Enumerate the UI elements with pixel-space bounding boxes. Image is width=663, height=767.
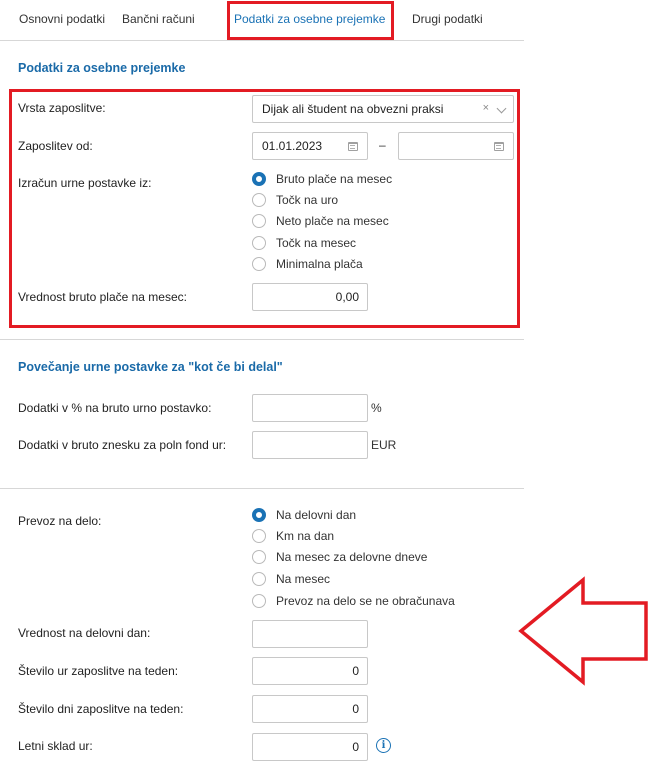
amount-addition-label: Dodatki v bruto znesku za poln fond ur:: [18, 438, 227, 452]
tab-bancni-racuni[interactable]: Bančni računi: [122, 12, 195, 26]
radio-circle[interactable]: [252, 193, 266, 207]
gross-salary-input[interactable]: 0,00: [252, 283, 368, 311]
radio-label: Bruto plače na mesec: [276, 172, 393, 186]
radio-circle[interactable]: [252, 529, 266, 543]
radio-circle[interactable]: [252, 257, 266, 271]
radio-circle[interactable]: [252, 214, 266, 228]
days-per-week-input[interactable]: 0: [252, 695, 368, 723]
percent-addition-label: Dodatki v % na bruto urno postavko:: [18, 401, 212, 415]
employment-from-date-value: 01.01.2023: [262, 139, 323, 153]
commute-label: Prevoz na delo:: [18, 514, 102, 528]
radio-circle[interactable]: [252, 594, 266, 608]
radio-circle[interactable]: [252, 508, 266, 522]
section-divider: [0, 339, 524, 340]
employment-type-label: Vrsta zaposlitve:: [18, 101, 106, 115]
radio-circle[interactable]: [252, 550, 266, 564]
annual-hours-input[interactable]: 0: [252, 733, 368, 761]
radio-label: Na mesec za delovne dneve: [276, 550, 428, 564]
radio-label: Na delovni dan: [276, 508, 357, 522]
gross-salary-label: Vrednost bruto plače na mesec:: [18, 290, 187, 304]
amount-addition-input[interactable]: [252, 431, 368, 459]
tab-osnovni-podatki[interactable]: Osnovni podatki: [19, 12, 105, 26]
employment-from-label: Zaposlitev od:: [18, 139, 93, 153]
date-range-separator: –: [379, 138, 386, 152]
radio-circle[interactable]: [252, 172, 266, 186]
hours-per-week-label: Število ur zaposlitve na teden:: [18, 664, 179, 678]
calendar-icon[interactable]: [494, 142, 504, 151]
percent-addition-input[interactable]: [252, 394, 368, 422]
radio-label: Točk na mesec: [276, 236, 357, 250]
employment-type-select[interactable]: Dijak ali študent na obvezni praksi ×: [252, 95, 514, 123]
employment-from-date-input[interactable]: 01.01.2023: [252, 132, 368, 160]
days-per-week-label: Število dni zaposlitve na teden:: [18, 702, 184, 716]
radio-label: Točk na uro: [276, 193, 339, 207]
radio-label: Na mesec: [276, 572, 331, 586]
radio-label: Minimalna plača: [276, 257, 363, 271]
section-title-povecanje: Povečanje urne postavke za "kot če bi de…: [18, 360, 283, 374]
section-title-osebni-prejemki: Podatki za osebne prejemke: [18, 61, 186, 75]
tab-drugi-podatki[interactable]: Drugi podatki: [412, 12, 483, 26]
percent-unit: %: [371, 401, 382, 415]
hours-per-week-input[interactable]: 0: [252, 657, 368, 685]
radio-label: Prevoz na delo se ne obračunava: [276, 594, 455, 608]
arrow-left-annotation: [518, 576, 648, 686]
hourly-rate-from-label: Izračun urne postavke iz:: [18, 176, 152, 190]
value-per-day-input[interactable]: [252, 620, 368, 648]
employment-type-value: Dijak ali študent na obvezni praksi: [262, 102, 444, 116]
annual-hours-label: Letni sklad ur:: [18, 739, 93, 753]
chevron-down-icon[interactable]: [496, 103, 507, 114]
eur-unit: EUR: [371, 438, 397, 452]
calendar-icon[interactable]: [348, 142, 358, 151]
clear-icon[interactable]: ×: [483, 102, 489, 114]
radio-label: Neto plače na mesec: [276, 214, 389, 228]
radio-label: Km na dan: [276, 529, 335, 543]
radio-circle[interactable]: [252, 236, 266, 250]
employment-to-date-input[interactable]: [398, 132, 514, 160]
radio-circle[interactable]: [252, 572, 266, 586]
arrow-outline: [518, 576, 648, 686]
value-per-day-label: Vrednost na delovni dan:: [18, 626, 151, 640]
tab-highlight-box: [227, 1, 394, 40]
section-divider: [0, 488, 524, 489]
info-icon[interactable]: i: [376, 738, 391, 753]
